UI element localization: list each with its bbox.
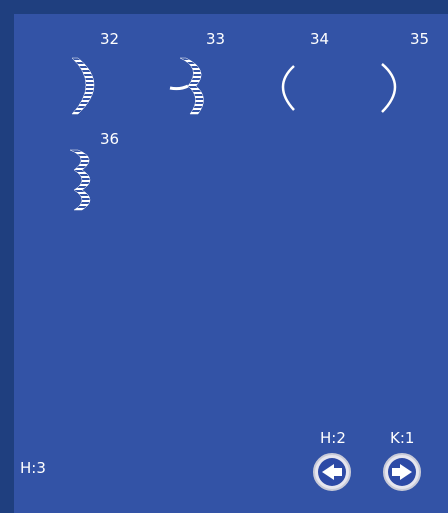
prev-button[interactable] bbox=[312, 452, 352, 492]
status-k-button: K:1 bbox=[390, 429, 415, 447]
status-h-left: H:3 bbox=[20, 459, 46, 477]
arrow-left-icon bbox=[313, 453, 351, 491]
stitch-35[interactable]: 35 bbox=[358, 28, 448, 138]
satin-arc-right-icon bbox=[71, 57, 95, 115]
stitch-34[interactable]: 34 bbox=[260, 28, 350, 138]
thin-arc-right-icon bbox=[381, 63, 397, 113]
triple-satin-wave-icon bbox=[69, 149, 91, 211]
satin-wave-left-icon bbox=[169, 57, 204, 115]
status-h-button: H:2 bbox=[320, 429, 346, 447]
stitch-selection-panel: 32 33 34 35 36 H:3 H:2 K:1 bbox=[14, 14, 448, 513]
next-button[interactable] bbox=[382, 452, 422, 492]
arrow-right-icon bbox=[383, 453, 421, 491]
stitch-36[interactable]: 36 bbox=[50, 128, 140, 238]
thin-arc-left-icon bbox=[281, 65, 295, 111]
stitch-33[interactable]: 33 bbox=[156, 28, 246, 138]
stitch-32[interactable]: 32 bbox=[50, 28, 140, 138]
